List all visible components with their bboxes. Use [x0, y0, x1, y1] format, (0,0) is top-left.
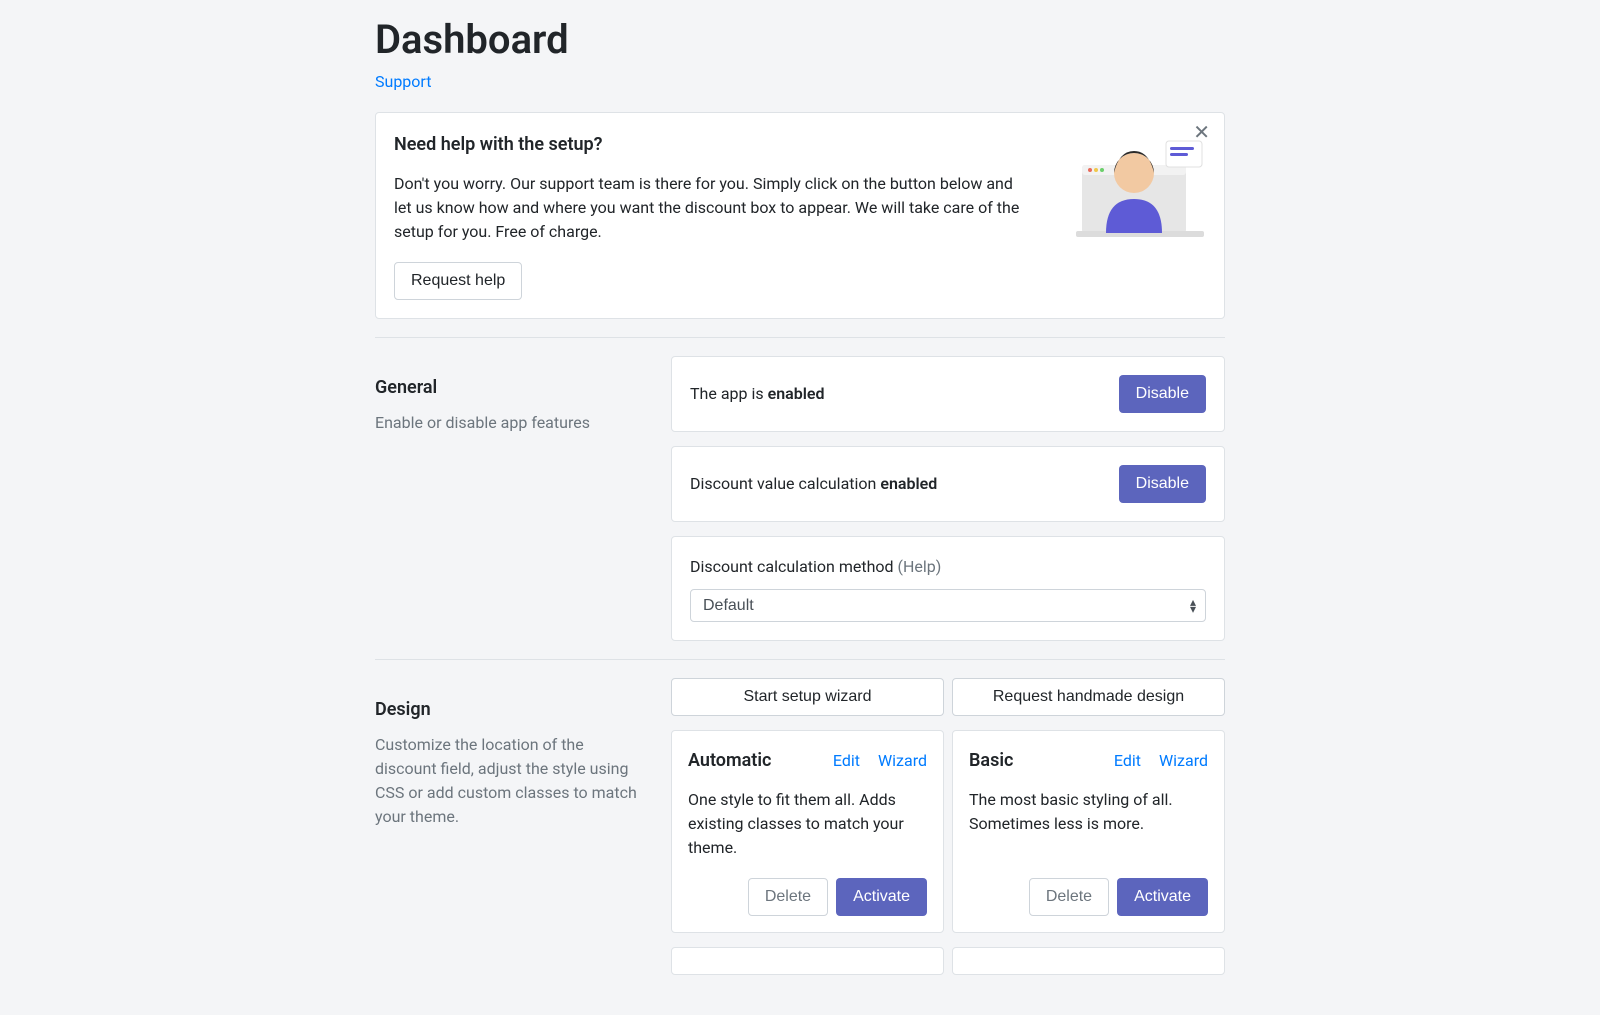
help-card-title: Need help with the setup? — [394, 131, 1056, 158]
support-illustration — [1076, 131, 1206, 241]
app-status-text: The app is enabled — [690, 382, 825, 406]
general-subtext: Enable or disable app features — [375, 411, 641, 435]
general-heading: General — [375, 374, 641, 401]
edit-link[interactable]: Edit — [1114, 749, 1141, 773]
help-card-body: Don't you worry. Our support team is the… — [394, 172, 1034, 244]
general-section: General Enable or disable app features T… — [375, 356, 1225, 641]
design-section: Design Customize the location of the dis… — [375, 678, 1225, 975]
divider — [375, 659, 1225, 660]
design-subtext: Customize the location of the discount f… — [375, 733, 641, 829]
discount-status-card: Discount value calculation enabled Disab… — [671, 446, 1225, 522]
discount-status-value: enabled — [880, 474, 937, 493]
edit-link[interactable]: Edit — [833, 749, 860, 773]
wizard-link[interactable]: Wizard — [1159, 749, 1208, 773]
help-card: Need help with the setup? Don't you worr… — [375, 112, 1225, 319]
discount-status-text: Discount value calculation enabled — [690, 472, 937, 496]
design-card-title: Basic — [969, 747, 1013, 774]
activate-button[interactable]: Activate — [836, 878, 927, 916]
discount-method-select[interactable]: Default — [690, 589, 1206, 622]
design-card-basic: Basic Edit Wizard The most basic styling… — [952, 730, 1225, 933]
divider — [375, 337, 1225, 338]
start-wizard-button[interactable]: Start setup wizard — [671, 678, 944, 716]
delete-button[interactable]: Delete — [748, 878, 828, 916]
discount-method-card: Discount calculation method (Help) Defau… — [671, 536, 1225, 641]
request-help-button[interactable]: Request help — [394, 262, 522, 300]
app-status-card: The app is enabled Disable — [671, 356, 1225, 432]
discount-method-label: Discount calculation method (Help) — [690, 555, 1206, 579]
discount-method-label-text: Discount calculation method — [690, 557, 898, 576]
design-card-partial — [671, 947, 944, 975]
support-link[interactable]: Support — [375, 72, 431, 91]
disable-app-button[interactable]: Disable — [1119, 375, 1206, 413]
page-title: Dashboard — [375, 10, 1225, 70]
design-card-title: Automatic — [688, 747, 771, 774]
discount-method-help-link[interactable]: (Help) — [898, 557, 942, 576]
discount-status-prefix: Discount value calculation — [690, 474, 880, 493]
design-card-partial — [952, 947, 1225, 975]
request-design-button[interactable]: Request handmade design — [952, 678, 1225, 716]
design-card-automatic: Automatic Edit Wizard One style to fit t… — [671, 730, 944, 933]
delete-button[interactable]: Delete — [1029, 878, 1109, 916]
disable-discount-button[interactable]: Disable — [1119, 465, 1206, 503]
wizard-link[interactable]: Wizard — [878, 749, 927, 773]
design-heading: Design — [375, 696, 641, 723]
design-card-desc: One style to fit them all. Adds existing… — [688, 788, 927, 860]
close-icon[interactable]: ✕ — [1193, 123, 1210, 143]
app-status-prefix: The app is — [690, 384, 768, 403]
app-status-value: enabled — [768, 384, 825, 403]
activate-button[interactable]: Activate — [1117, 878, 1208, 916]
design-card-desc: The most basic styling of all. Sometimes… — [969, 788, 1208, 860]
